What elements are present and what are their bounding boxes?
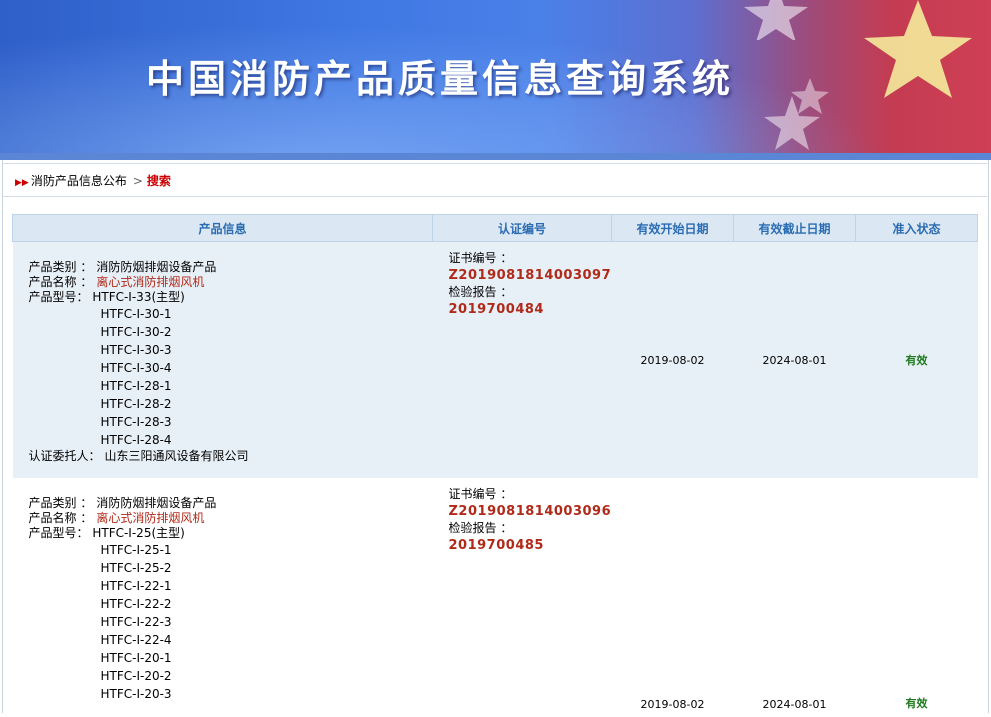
table-row: 产品类别 ：消防防烟排烟设备产品 产品名称 ：离心式消防排烟风机 产品型号： H… bbox=[12, 478, 978, 717]
cert-label: 证书编号 ： bbox=[448, 487, 513, 501]
header-banner: 中国消防产品质量信息查询系统 bbox=[0, 0, 991, 153]
star-icon bbox=[744, 0, 808, 40]
model-list: HTFC-I-30-1 HTFC-I-30-2 HTFC-I-30-3 HTFC… bbox=[100, 307, 172, 447]
cert-number[interactable]: Z2019081814003097 bbox=[449, 267, 612, 284]
model-list: HTFC-I-25-1 HTFC-I-25-2 HTFC-I-22-1 HTFC… bbox=[100, 543, 172, 701]
breadcrumb-trail: ▶▶ 消防产品信息公布 > 搜索 bbox=[15, 172, 171, 189]
product-info-cell: 产品类别 ：消防防烟排烟设备产品 产品名称 ：离心式消防排烟风机 产品型号： H… bbox=[12, 241, 433, 478]
report-number[interactable]: 2019700485 bbox=[449, 537, 612, 554]
product-name: 产品名称 ：离心式消防排烟风机 bbox=[28, 275, 205, 289]
cert-number[interactable]: Z2019081814003096 bbox=[449, 503, 612, 520]
star-icon bbox=[864, 0, 972, 98]
table-header-row: 产品信息 认证编号 有效开始日期 有效截止日期 准入状态 bbox=[12, 214, 978, 242]
certification-client: 认证委托人： 山东三阳通风设备有限公司 bbox=[28, 449, 249, 463]
star-icon bbox=[791, 78, 829, 114]
report-label: 检验报告 ： bbox=[448, 521, 513, 535]
certificate-cell: 证书编号 ： Z2019081814003097 检验报告 ： 20197004… bbox=[432, 241, 612, 478]
breadcrumb-current: 搜索 bbox=[146, 174, 171, 188]
end-date: 2024-08-01 bbox=[733, 241, 856, 478]
report-label: 检验报告 ： bbox=[448, 285, 513, 299]
header-product: 产品信息 bbox=[12, 214, 433, 242]
breadcrumb: ▶▶ 消防产品信息公布 > 搜索 bbox=[3, 163, 987, 197]
product-models: 产品型号： HTFC-I-25(主型) bbox=[28, 526, 185, 540]
table-row: 产品类别 ：消防防烟排烟设备产品 产品名称 ：离心式消防排烟风机 产品型号： H… bbox=[12, 241, 978, 478]
start-date: 2019-08-02 bbox=[611, 478, 734, 717]
header-end-date: 有效截止日期 bbox=[733, 214, 856, 242]
header-status: 准入状态 bbox=[855, 214, 978, 242]
product-info-cell: 产品类别 ：消防防烟排烟设备产品 产品名称 ：离心式消防排烟风机 产品型号： H… bbox=[12, 478, 433, 717]
breadcrumb-separator: > bbox=[132, 174, 143, 188]
product-category: 产品类别 ：消防防烟排烟设备产品 bbox=[28, 260, 217, 274]
end-date: 2024-08-01 bbox=[733, 478, 856, 717]
product-models: 产品型号： HTFC-I-33(主型) bbox=[28, 290, 185, 304]
product-name: 产品名称 ：离心式消防排烟风机 bbox=[28, 511, 205, 525]
status-badge: 有效 bbox=[855, 478, 978, 717]
start-date: 2019-08-02 bbox=[611, 241, 734, 478]
status-badge: 有效 bbox=[855, 241, 978, 478]
results-table: 产品信息 认证编号 有效开始日期 有效截止日期 准入状态 产品类别 ：消防防烟排… bbox=[12, 214, 978, 717]
certificate-cell: 证书编号 ： Z2019081814003096 检验报告 ： 20197004… bbox=[432, 478, 612, 717]
report-number[interactable]: 2019700484 bbox=[449, 301, 612, 318]
system-title: 中国消防产品质量信息查询系统 bbox=[146, 57, 735, 101]
header-start-date: 有效开始日期 bbox=[611, 214, 734, 242]
header-cert: 认证编号 bbox=[432, 214, 612, 242]
breadcrumb-parent[interactable]: 消防产品信息公布 bbox=[31, 174, 127, 188]
banner-divider bbox=[0, 153, 991, 160]
double-arrow-icon: ▶▶ bbox=[15, 178, 29, 188]
cert-label: 证书编号 ： bbox=[448, 251, 513, 265]
product-category: 产品类别 ：消防防烟排烟设备产品 bbox=[28, 496, 217, 510]
